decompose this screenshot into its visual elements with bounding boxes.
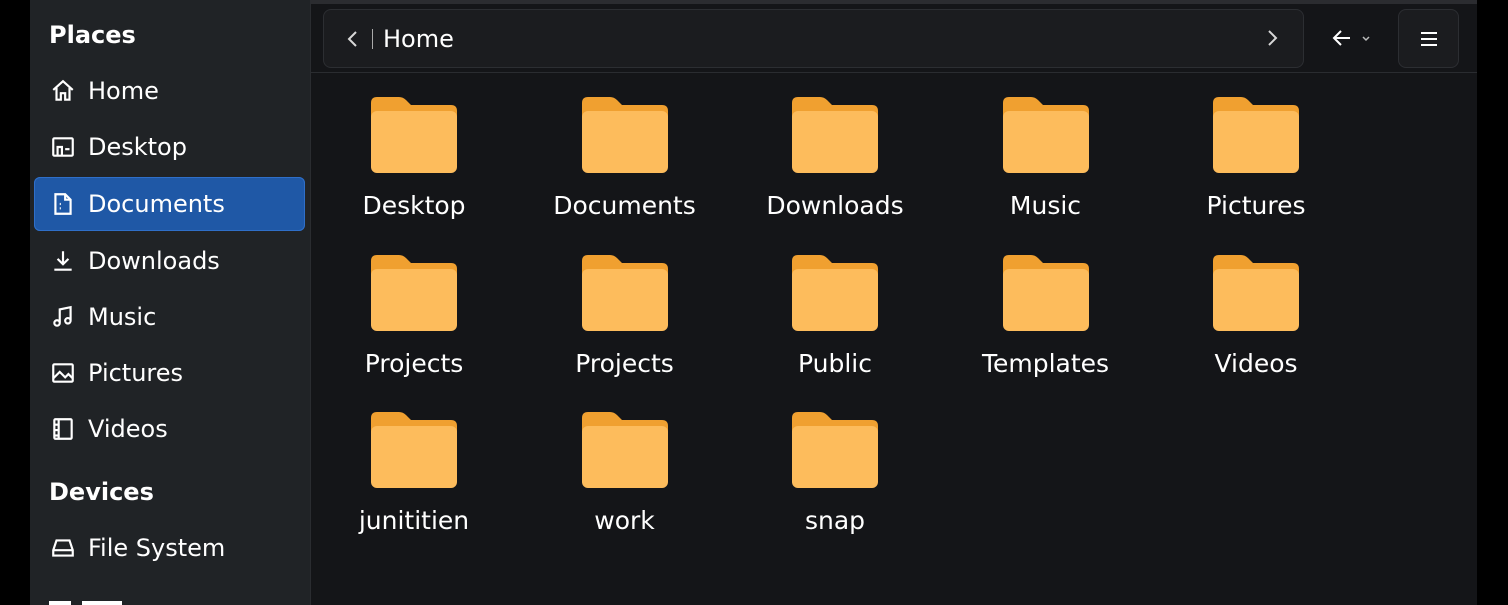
home-icon bbox=[48, 76, 78, 106]
sidebar-item-label: Music bbox=[88, 303, 157, 331]
chevron-left-icon bbox=[347, 30, 357, 47]
sidebar-item-label: File System bbox=[88, 534, 226, 562]
download-icon bbox=[48, 246, 78, 276]
folder-item[interactable]: Videos bbox=[1161, 231, 1351, 381]
sidebar-item-desktop[interactable]: Desktop bbox=[34, 120, 305, 174]
folder-icon bbox=[369, 253, 459, 333]
path-separator bbox=[372, 28, 373, 49]
folder-label: Downloads bbox=[766, 191, 904, 220]
document-icon bbox=[48, 189, 78, 219]
folder-item[interactable]: junititien bbox=[319, 388, 509, 538]
folder-item[interactable]: Music bbox=[951, 73, 1141, 223]
folder-label: Projects bbox=[575, 348, 674, 378]
sidebar: Places Home Desktop Documents Downloads bbox=[30, 0, 311, 605]
folder-item[interactable]: Templates bbox=[951, 231, 1141, 381]
folder-label: work bbox=[594, 506, 655, 535]
folder-item[interactable]: work bbox=[530, 388, 720, 538]
picture-icon bbox=[48, 358, 78, 388]
folder-label: junititien bbox=[358, 506, 470, 535]
drive-icon bbox=[48, 533, 78, 563]
folder-icon bbox=[1211, 95, 1301, 175]
sidebar-item-videos[interactable]: Videos bbox=[34, 402, 305, 456]
header-bar: Home bbox=[311, 4, 1477, 73]
history-back-button[interactable] bbox=[1316, 9, 1386, 66]
folder-label: Pictures bbox=[1206, 191, 1306, 220]
folder-label: Templates bbox=[981, 348, 1110, 378]
hamburger-menu-icon bbox=[1420, 31, 1437, 46]
sidebar-item-home[interactable]: Home bbox=[34, 64, 305, 118]
folder-icon bbox=[1001, 95, 1091, 175]
sidebar-item-label: Home bbox=[88, 77, 159, 105]
folder-item[interactable]: snap bbox=[740, 388, 930, 538]
sidebar-item-label: Documents bbox=[88, 190, 225, 218]
network-heading-partial bbox=[49, 594, 149, 605]
folder-icon bbox=[1001, 253, 1091, 333]
sidebar-item-label: Videos bbox=[88, 415, 168, 443]
path-back-button[interactable] bbox=[340, 26, 366, 52]
arrow-left-dropdown-icon bbox=[1332, 29, 1370, 46]
music-icon bbox=[48, 302, 78, 332]
folder-icon bbox=[580, 253, 670, 333]
sidebar-item-label: Pictures bbox=[88, 359, 184, 387]
folder-icon bbox=[369, 410, 459, 490]
chevron-right-icon bbox=[1268, 30, 1278, 46]
folder-item[interactable]: Desktop bbox=[319, 73, 509, 223]
sidebar-item-pictures[interactable]: Pictures bbox=[34, 346, 305, 400]
folder-grid: Desktop Documents Downloads Music Pictures Pr… bbox=[311, 73, 1477, 605]
folder-label: Desktop bbox=[362, 191, 466, 220]
video-icon bbox=[48, 414, 78, 444]
main-menu-button[interactable] bbox=[1398, 9, 1459, 68]
folder-icon bbox=[1211, 253, 1301, 333]
sidebar-item-music[interactable]: Music bbox=[34, 290, 305, 344]
sidebar-item-downloads[interactable]: Downloads bbox=[34, 234, 305, 288]
folder-item[interactable]: Projects bbox=[530, 231, 720, 381]
sidebar-item-label: Desktop bbox=[88, 133, 187, 161]
devices-heading: Devices bbox=[49, 478, 154, 506]
sidebar-item-file-system[interactable]: File System bbox=[34, 521, 305, 575]
folder-icon bbox=[580, 410, 670, 490]
folder-label: Public bbox=[798, 348, 872, 378]
folder-label: snap bbox=[804, 506, 866, 535]
folder-label: Videos bbox=[1214, 348, 1298, 378]
folder-item[interactable]: Documents bbox=[530, 73, 720, 223]
folder-icon bbox=[580, 95, 670, 175]
folder-icon bbox=[790, 95, 880, 175]
path-forward-button[interactable] bbox=[1259, 25, 1285, 51]
folder-icon bbox=[790, 410, 880, 490]
folder-icon bbox=[790, 253, 880, 333]
folder-icon bbox=[369, 95, 459, 175]
sidebar-item-documents[interactable]: Documents bbox=[34, 177, 305, 231]
path-bar: Home bbox=[323, 9, 1304, 68]
path-segment-home[interactable]: Home bbox=[383, 25, 454, 53]
places-heading: Places bbox=[49, 21, 136, 49]
folder-item[interactable]: Projects bbox=[319, 231, 509, 381]
file-manager-window: Places Home Desktop Documents Downloads bbox=[30, 0, 1477, 605]
folder-item[interactable]: Downloads bbox=[740, 73, 930, 223]
folder-item[interactable]: Pictures bbox=[1161, 73, 1351, 223]
folder-label: Documents bbox=[553, 191, 696, 220]
folder-label: Music bbox=[1009, 191, 1082, 220]
sidebar-item-label: Downloads bbox=[88, 247, 220, 275]
folder-item[interactable]: Public bbox=[740, 231, 930, 381]
folder-label: Projects bbox=[364, 348, 464, 378]
desktop-icon bbox=[48, 132, 78, 162]
